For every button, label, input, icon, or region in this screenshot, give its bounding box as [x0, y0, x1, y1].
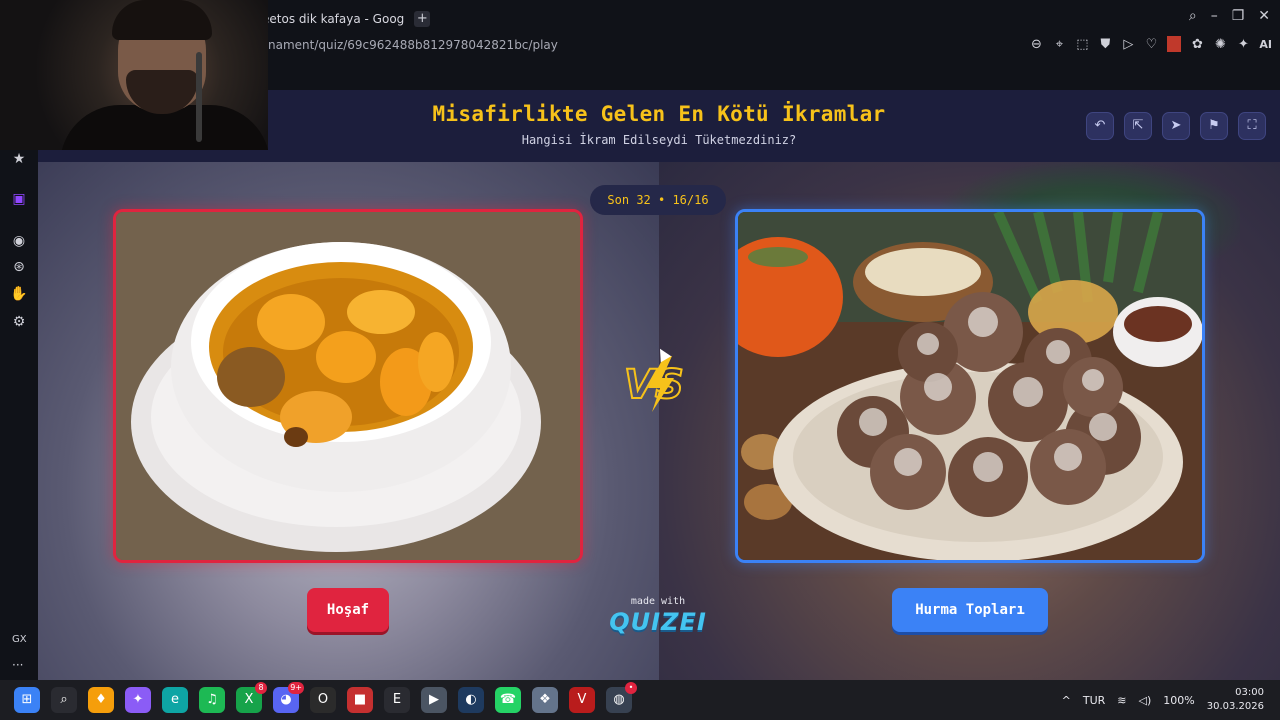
system-tray: ^ TUR ≋ ◁) 100% 03:00 30.03.2026: [1062, 680, 1264, 720]
quizei-logo[interactable]: QUIZEI: [598, 608, 718, 636]
left-option-card[interactable]: [113, 209, 583, 563]
snapshot-icon[interactable]: ⬚: [1075, 37, 1089, 52]
clock[interactable]: 03:00 30.03.2026: [1207, 686, 1264, 714]
tray-chevron-icon[interactable]: ^: [1062, 694, 1071, 707]
hosaf-image: [116, 212, 580, 560]
close-icon[interactable]: ✕: [1258, 8, 1270, 24]
notification-badge: 9+: [288, 682, 304, 694]
spotify-icon[interactable]: ◉: [10, 232, 28, 250]
browser-tab[interactable]: eetos dik kafaya - Goog +: [262, 8, 431, 30]
sidebar-star-icon[interactable]: ★: [10, 150, 28, 168]
extension-icon[interactable]: ✿: [1190, 37, 1204, 52]
notification-badge: •: [625, 682, 637, 694]
taskbar-app-icon[interactable]: V: [569, 687, 595, 713]
minimize-icon[interactable]: –: [1211, 8, 1218, 24]
settings-icon[interactable]: ⚙: [10, 313, 28, 331]
window-controls: ⌕ – ❐ ✕: [1189, 8, 1270, 24]
taskbar-app-icon[interactable]: X8: [236, 682, 267, 713]
quiz-stage: Son 32 • 16/16 Hoşaf Hurma Topları made …: [38, 162, 1280, 680]
taskbar-app-icon[interactable]: ♦: [88, 687, 114, 713]
new-tab-button[interactable]: +: [414, 11, 431, 27]
versus-icon: VS: [623, 356, 685, 412]
twitch-icon[interactable]: ▣: [10, 190, 28, 208]
right-option-card[interactable]: [735, 209, 1205, 563]
taskbar-app-icon[interactable]: ❖: [532, 687, 558, 713]
report-button[interactable]: ⚑: [1200, 112, 1228, 140]
taskbar-apps: ⊞ ⌕ ♦ ✦ e ♫ X 8 ◕ 9+ O ■ E ▶ ◐ ☎ ❖ V ◍ •: [14, 682, 637, 713]
extension-bar: ⊖ ⌖ ⬚ ⛊ ▷ ♡ ✿ ✺ ✦ AI: [1029, 36, 1272, 52]
share-button[interactable]: ⇱: [1124, 112, 1152, 140]
taskbar-app-icon[interactable]: ⊞: [14, 687, 40, 713]
zoom-icon[interactable]: ⊖: [1029, 37, 1043, 52]
webcam-overlay: [0, 0, 268, 150]
taskbar-app-icon[interactable]: ◍ •: [606, 682, 637, 713]
taskbar-app-icon[interactable]: ♫: [199, 687, 225, 713]
address-bar[interactable]: nament/quiz/69c962488b812978042821bc/pla…: [268, 38, 558, 52]
microphone-stand: [196, 52, 202, 142]
tab-title: eetos dik kafaya - Goog: [262, 12, 405, 26]
notification-badge: 8: [255, 682, 267, 694]
opera-sidebar: ★ ▣ ◉ ⊛ ✋ ⚙ GX ···: [0, 150, 38, 680]
tray-language[interactable]: TUR: [1083, 694, 1105, 707]
toolbar-divider: [1167, 36, 1182, 52]
ai-button[interactable]: AI: [1259, 38, 1272, 51]
taskbar-app-icon[interactable]: ☎: [495, 687, 521, 713]
taskbar-app-icon[interactable]: ▶: [421, 687, 447, 713]
taskbar-app-icon[interactable]: ◕ 9+: [273, 682, 304, 713]
taskbar-app-icon[interactable]: O: [310, 687, 336, 713]
shield-icon[interactable]: ⛊: [1098, 37, 1112, 52]
speed-dial-icon[interactable]: ⊛: [10, 258, 28, 276]
pin-icon[interactable]: ⌖: [1052, 37, 1066, 52]
extension-icon[interactable]: ✺: [1213, 37, 1227, 52]
header-actions: ↶ ⇱ ➤ ⚑ ⛶: [1086, 112, 1266, 140]
hurma-toplari-image: [738, 212, 1202, 560]
windows-taskbar: ⊞ ⌕ ♦ ✦ e ♫ X 8 ◕ 9+ O ■ E ▶ ◐ ☎ ❖ V ◍ • ^ TUR ≋ ◁) 100% 03…: [0, 680, 1280, 720]
taskbar-app-icon[interactable]: e: [162, 687, 188, 713]
taskbar-app-icon[interactable]: ◐: [458, 687, 484, 713]
taskbar-app-icon[interactable]: ■: [347, 687, 373, 713]
search-tabs-icon[interactable]: ⌕: [1189, 8, 1197, 24]
wifi-icon[interactable]: ≋: [1117, 694, 1126, 707]
send-button[interactable]: ➤: [1162, 112, 1190, 140]
taskbar-app-icon[interactable]: ✦: [125, 687, 151, 713]
clock-date: 30.03.2026: [1206, 701, 1264, 712]
taskbar-app-icon[interactable]: ⌕: [51, 687, 77, 713]
play-icon[interactable]: ▷: [1121, 37, 1135, 52]
made-with-label: made with: [630, 596, 686, 607]
maximize-icon[interactable]: ❐: [1232, 8, 1245, 24]
more-icon[interactable]: ···: [12, 658, 23, 672]
battery-level[interactable]: 100%: [1163, 694, 1194, 707]
fullscreen-button[interactable]: ⛶: [1238, 112, 1266, 140]
screen: eetos dik kafaya - Goog + ⌕ – ❐ ✕ nament…: [0, 0, 1280, 720]
gx-label[interactable]: GX: [12, 634, 27, 645]
heart-icon[interactable]: ♡: [1144, 37, 1158, 52]
webcam-person-hair: [112, 0, 212, 40]
right-option-button[interactable]: Hurma Topları: [892, 588, 1048, 632]
extension-icon[interactable]: ✦: [1236, 37, 1250, 52]
undo-button[interactable]: ↶: [1086, 112, 1114, 140]
round-indicator: Son 32 • 16/16: [590, 185, 726, 215]
volume-icon[interactable]: ◁): [1139, 694, 1152, 707]
taskbar-app-icon[interactable]: E: [384, 687, 410, 713]
gesture-icon[interactable]: ✋: [10, 285, 28, 303]
left-option-button[interactable]: Hoşaf: [307, 588, 389, 632]
clock-time: 03:00: [1235, 687, 1264, 698]
